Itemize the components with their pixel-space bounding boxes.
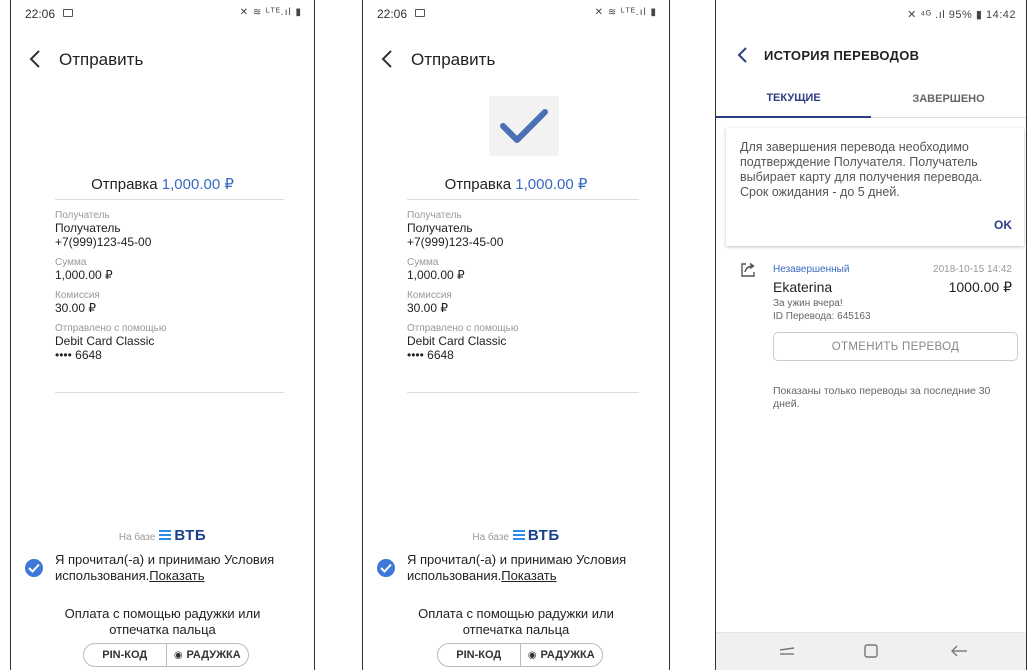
android-nav-bar <box>716 632 1026 670</box>
divider <box>55 199 284 200</box>
detail-commission: Комиссия 30.00 ₽ <box>55 290 100 315</box>
detail-source-card: Отправлено с помощью Debit Card Classic … <box>407 323 519 362</box>
app-header: Отправить <box>11 42 314 78</box>
eye-icon: ◉ <box>527 649 537 661</box>
pin-code-option[interactable]: PIN-КОД <box>84 644 166 666</box>
status-icons: ✕ ≋ ᴸᵀᴱ.ıl ▮ <box>594 7 657 18</box>
back-arrow-icon[interactable] <box>732 42 754 68</box>
auth-method-toggle: PIN-КОД ◉ РАДУЖКА <box>83 643 249 667</box>
gallery-icon <box>415 9 425 17</box>
success-check-icon <box>489 96 559 156</box>
vtb-logo-icon <box>159 530 172 540</box>
show-terms-link[interactable]: Показать <box>149 568 204 583</box>
detail-commission: Комиссия 30.00 ₽ <box>407 290 452 315</box>
send-summary: Отправка 1,000.00 ₽ <box>11 175 314 193</box>
auth-method-toggle: PIN-КОД ◉ РАДУЖКА <box>437 643 603 667</box>
terms-checkbox[interactable] <box>377 559 395 577</box>
show-terms-link[interactable]: Показать <box>501 568 556 583</box>
status-bar: 22:06 ✕ ≋ ᴸᵀᴱ.ıl ▮ <box>363 0 669 30</box>
send-amount: 1,000.00 ₽ <box>515 176 588 193</box>
status-bar: 22:06 ✕ ≋ ᴸᵀᴱ.ıl ▮ <box>11 0 314 30</box>
iris-option[interactable]: ◉ РАДУЖКА <box>165 644 249 666</box>
transfer-date: 2018-10-15 14:42 <box>933 264 1012 275</box>
terms-agreement: Я прочитал(-а) и принимаю Условия исполь… <box>377 552 657 586</box>
detail-amount: Сумма 1,000.00 ₽ <box>55 257 113 282</box>
vtb-logo: ВТБ <box>527 527 560 544</box>
phone-screen-transfer-history: ✕ ⁴ᴳ .ıl 95% ▮ 14:42 ИСТОРИЯ ПЕРЕВОДОВ Т… <box>715 0 1027 670</box>
transfer-item[interactable]: Незавершенный 2018-10-15 14:42 Ekaterina… <box>740 262 1018 372</box>
back-arrow-icon[interactable] <box>25 46 47 72</box>
status-bar: ✕ ⁴ᴳ .ıl 95% ▮ 14:42 <box>716 0 1026 30</box>
home-icon[interactable] <box>862 641 880 666</box>
transfer-status: Незавершенный <box>773 264 850 275</box>
vtb-logo: ВТБ <box>174 527 207 544</box>
terms-agreement: Я прочитал(-а) и принимаю Условия исполь… <box>25 552 302 586</box>
detail-recipient: Получатель Получатель +7(999)123-45-00 <box>55 210 152 249</box>
divider <box>407 199 639 200</box>
history-tabs: ТЕКУЩИЕ ЗАВЕРШЕНО <box>716 80 1026 118</box>
pin-code-option[interactable]: PIN-КОД <box>438 644 520 666</box>
app-header: Отправить <box>363 42 669 78</box>
send-prefix: Отправка <box>91 176 162 193</box>
detail-amount: Сумма 1,000.00 ₽ <box>407 257 465 282</box>
phone-screen-send: 22:06 ✕ ≋ ᴸᵀᴱ.ıl ▮ Отправить Отправка 1,… <box>10 0 315 670</box>
page-title: ИСТОРИЯ ПЕРЕВОДОВ <box>764 48 920 63</box>
terms-checkbox[interactable] <box>25 559 43 577</box>
send-prefix: Отправка <box>444 176 516 193</box>
back-arrow-icon[interactable] <box>377 46 399 72</box>
detail-recipient: Получатель Получатель +7(999)123-45-00 <box>407 210 504 249</box>
powered-by: На базе ВТБ <box>118 527 207 544</box>
status-time: 22:06 <box>25 7 56 21</box>
status-time: 22:06 <box>377 7 408 21</box>
transfer-comment: За ужин вчера! <box>773 298 843 309</box>
status-icons: ✕ ⁴ᴳ .ıl 95% ▮ 14:42 <box>907 9 1016 21</box>
status-icons: ✕ ≋ ᴸᵀᴱ.ıl ▮ <box>239 7 302 18</box>
divider <box>55 392 284 393</box>
tab-completed[interactable]: ЗАВЕРШЕНО <box>871 80 1026 118</box>
transfer-recipient: Ekaterina <box>773 279 833 295</box>
vtb-logo-icon <box>512 530 525 540</box>
powered-by: На базе ВТБ <box>472 527 560 544</box>
send-amount: 1,000.00 ₽ <box>161 176 234 193</box>
notice-ok-button[interactable]: OK <box>994 218 1012 232</box>
detail-source-card: Отправлено с помощью Debit Card Classic … <box>55 323 167 362</box>
phone-screen-send-success: 22:06 ✕ ≋ ᴸᵀᴱ.ıl ▮ Отправить Отправка 1,… <box>362 0 670 670</box>
gallery-icon <box>63 9 73 17</box>
send-summary: Отправка 1,000.00 ₽ <box>363 175 669 193</box>
back-nav-icon[interactable] <box>949 641 969 666</box>
transfer-details: Получатель Получатель +7(999)123-45-00 С… <box>55 210 284 370</box>
notice-text: Для завершения перевода необходимо подтв… <box>740 140 983 199</box>
transfer-amount: 1000.00 ₽ <box>948 279 1012 295</box>
app-header: ИСТОРИЯ ПЕРЕВОДОВ <box>716 36 1026 76</box>
eye-icon: ◉ <box>173 649 183 661</box>
divider <box>407 392 639 393</box>
outgoing-transfer-icon <box>740 262 756 283</box>
transfer-details: Получатель Получатель +7(999)123-45-00 С… <box>407 210 639 370</box>
tab-current[interactable]: ТЕКУЩИЕ <box>716 80 871 118</box>
history-period-hint: Показаны только переводы за последние 30… <box>773 385 991 410</box>
biometric-hint: Оплата с помощью радужки или отпечатка п… <box>64 606 261 637</box>
confirmation-notice: Для завершения перевода необходимо подтв… <box>726 128 1024 246</box>
page-title: Отправить <box>411 50 496 69</box>
page-title: Отправить <box>59 50 144 69</box>
biometric-hint: Оплата с помощью радужки или отпечатка п… <box>418 606 614 637</box>
iris-option[interactable]: ◉ РАДУЖКА <box>519 644 603 666</box>
transfer-id: ID Перевода: 645163 <box>773 311 871 322</box>
recent-apps-icon[interactable] <box>778 641 796 666</box>
cancel-transfer-button[interactable]: ОТМЕНИТЬ ПЕРЕВОД <box>773 332 1018 361</box>
